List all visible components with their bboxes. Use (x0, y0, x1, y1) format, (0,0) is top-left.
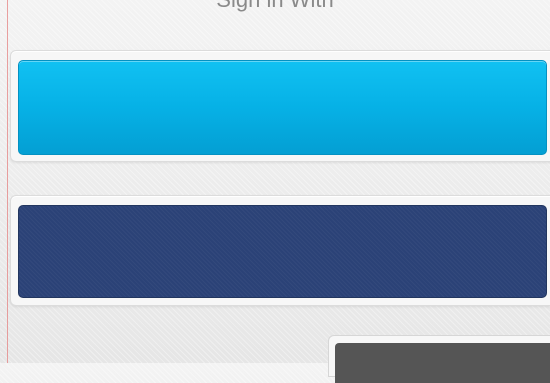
left-guide-line (7, 0, 8, 363)
bottom-action-container (328, 335, 550, 383)
bottom-action-button[interactable] (335, 343, 550, 383)
page-title: Sign in With (0, 0, 550, 14)
facebook-signin-card (10, 195, 550, 306)
twitter-signin-button[interactable] (18, 60, 547, 155)
facebook-signin-button[interactable] (18, 205, 547, 298)
twitter-signin-card (10, 50, 550, 162)
